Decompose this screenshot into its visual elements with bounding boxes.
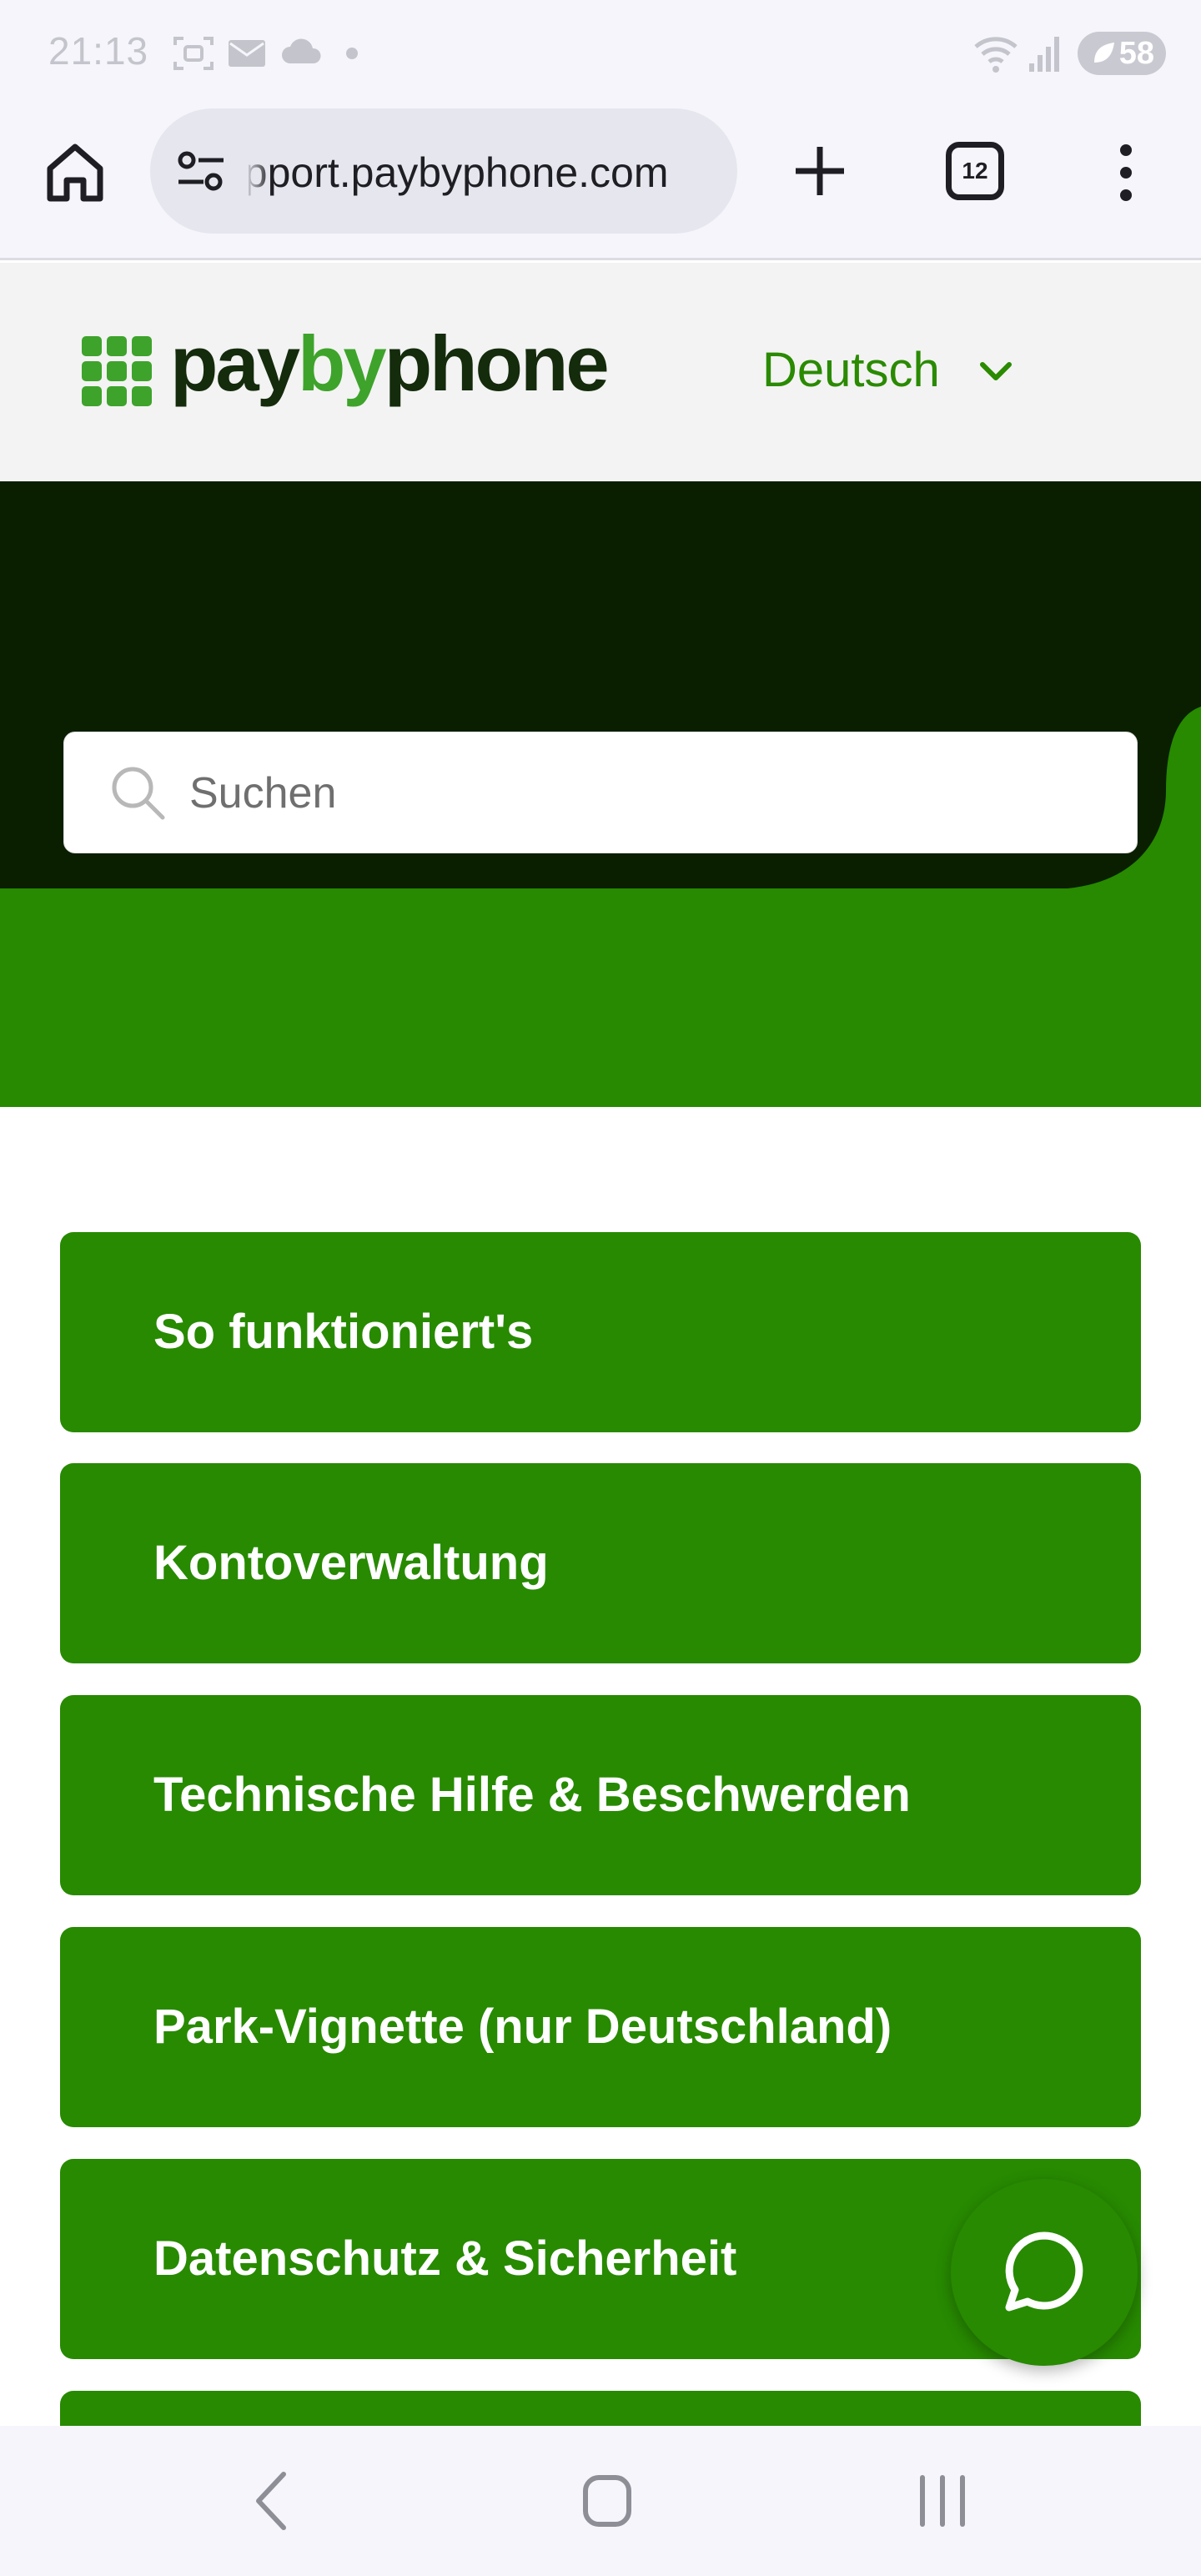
back-icon[interactable] [252,2469,294,2533]
wifi-icon [974,37,1018,73]
system-navigation-bar [0,2426,1201,2576]
site-settings-icon[interactable] [175,148,227,195]
search-input[interactable] [189,732,1107,854]
recents-icon[interactable] [916,2469,969,2533]
home-nav-icon[interactable] [580,2469,634,2533]
url-text[interactable]: support.paybyphone.com [249,143,724,202]
mail-icon [229,40,265,67]
cloud-icon [282,38,321,63]
language-selector[interactable]: Deutsch [762,341,940,400]
url-value: support.paybyphone.com [249,149,669,196]
logo-wordmark[interactable]: paybyphone [170,318,610,410]
logo-phone: phone [384,319,610,407]
status-time: 21:13 [48,29,149,73]
browser-toolbar: support.paybyphone.com 12 [0,108,1201,260]
chat-button[interactable] [951,2179,1138,2366]
chat-bubble-icon [1005,2231,1083,2312]
dot-icon [346,48,358,59]
tab-count: 12 [962,158,988,184]
address-bar[interactable]: support.paybyphone.com [150,108,737,234]
category-so-funktionierts[interactable]: So funktioniert's [60,1232,1141,1432]
battery-level: 58 [1118,35,1154,71]
hero-banner [0,481,1201,1107]
search-icon [112,767,165,820]
category-partial[interactable] [60,2391,1141,2426]
url-fade [244,142,272,204]
battery-icon: 58 [1078,32,1166,75]
logo-pay: pay [170,319,300,407]
search-box[interactable] [63,732,1138,854]
new-tab-icon[interactable] [791,142,849,200]
status-bar: 21:13 58 [0,0,1201,108]
logo-keypad-icon[interactable] [82,336,152,406]
category-kontoverwaltung[interactable]: Kontoverwaltung [60,1463,1141,1663]
category-label: Kontoverwaltung [153,1536,549,1590]
logo-by: by [297,319,387,407]
home-icon[interactable] [43,140,107,204]
category-park-vignette[interactable]: Park-Vignette (nur Deutschland) [60,1927,1141,2127]
category-technische-hilfe[interactable]: Technische Hilfe & Beschwerden [60,1695,1141,1895]
tab-switcher-icon[interactable]: 12 [946,142,1004,200]
signal-icon [1029,37,1059,72]
category-label: Park-Vignette (nur Deutschland) [153,2000,892,2054]
site-header: paybyphone Deutsch [0,263,1201,481]
screenshot-icon [173,37,214,70]
overflow-menu-icon[interactable] [1109,142,1143,204]
chevron-down-icon[interactable] [977,358,1014,388]
battery-leaf-icon [1094,43,1114,63]
category-label: Datenschutz & Sicherheit [153,2231,737,2286]
category-label: Technische Hilfe & Beschwerden [153,1768,911,1822]
category-label: So funktioniert's [153,1305,534,1359]
